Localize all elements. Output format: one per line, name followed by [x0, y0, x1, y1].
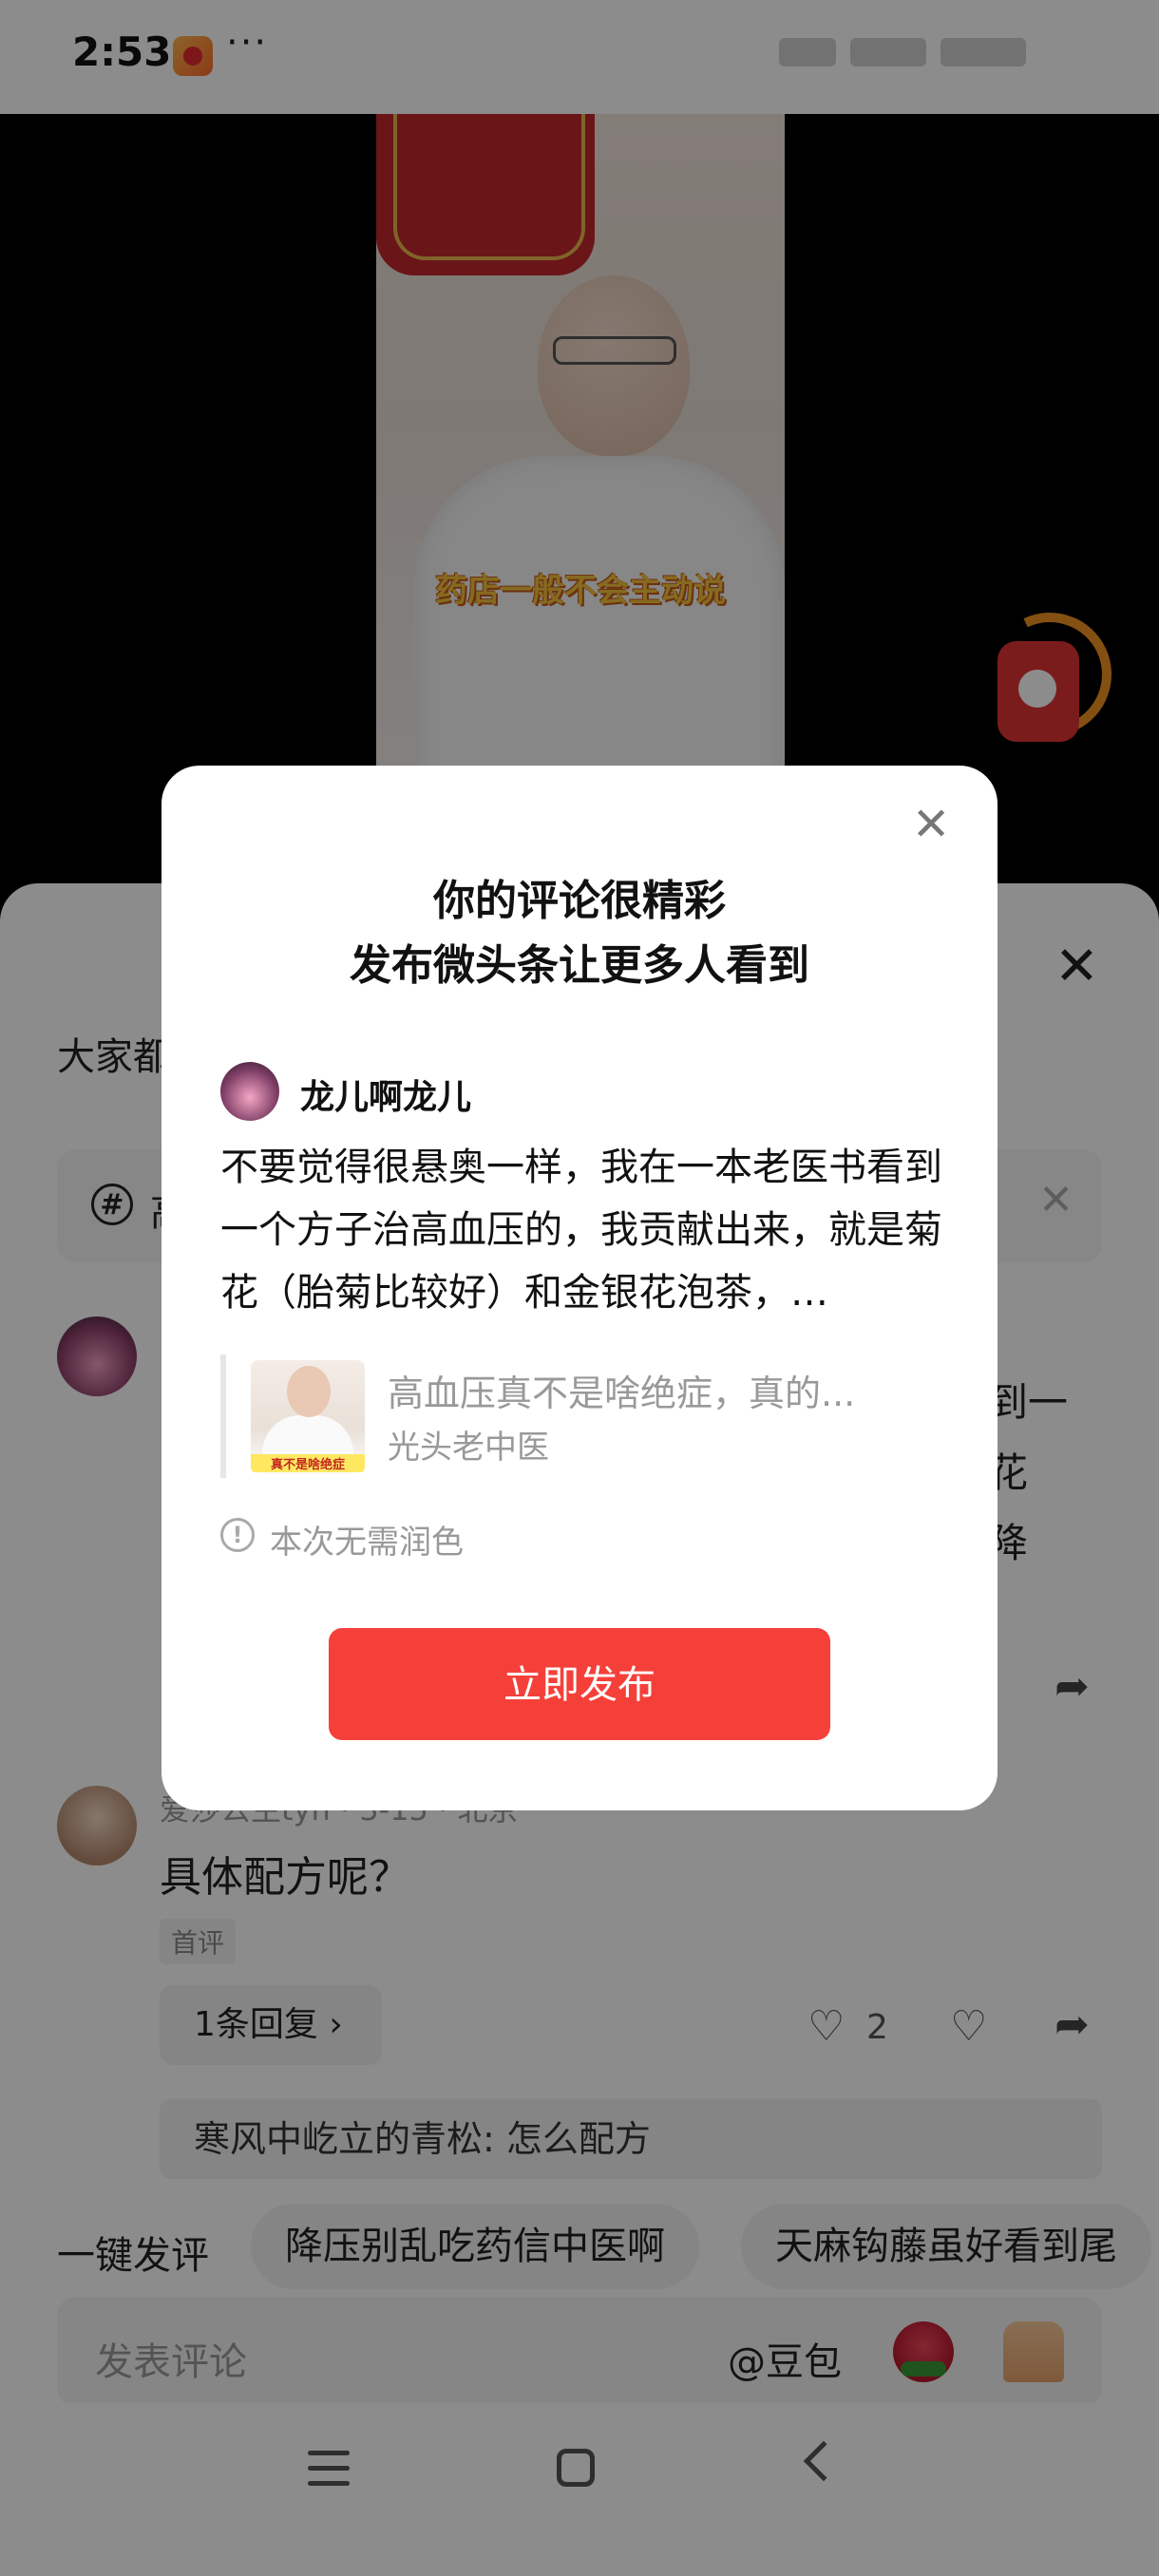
- quoted-article-title: 高血压真不是啥绝症，真的...: [388, 1373, 856, 1414]
- info-icon: !: [220, 1518, 255, 1552]
- quoted-article-card[interactable]: 真不是啥绝症 高血压真不是啥绝症，真的... 光头老中医: [220, 1354, 942, 1478]
- avatar: [220, 1062, 279, 1121]
- close-icon[interactable]: ✕: [912, 802, 950, 847]
- dialog-title-line2: 发布微头条让更多人看到: [350, 941, 809, 990]
- thumb-figure-head: [287, 1366, 331, 1417]
- comment-body: 不要觉得很悬奥一样，我在一本老医书看到一个方子治高血压的，我贡献出来，就是菊花（…: [220, 1146, 942, 1315]
- thumbnail-caption: 真不是啥绝症: [251, 1454, 365, 1472]
- author-name: 龙儿啊龙儿: [300, 1078, 472, 1117]
- quoted-article-author: 光头老中医: [388, 1429, 549, 1467]
- article-thumbnail: 真不是啥绝症: [251, 1360, 365, 1474]
- publish-micro-post-dialog: ✕ 你的评论很精彩 发布微头条让更多人看到 龙儿啊龙儿 不要觉得很悬奥一样，我在…: [162, 766, 998, 1810]
- publish-now-button[interactable]: 立即发布: [329, 1628, 830, 1740]
- dialog-title-line1: 你的评论很精彩: [433, 877, 726, 925]
- polish-tip: 本次无需润色: [270, 1524, 464, 1562]
